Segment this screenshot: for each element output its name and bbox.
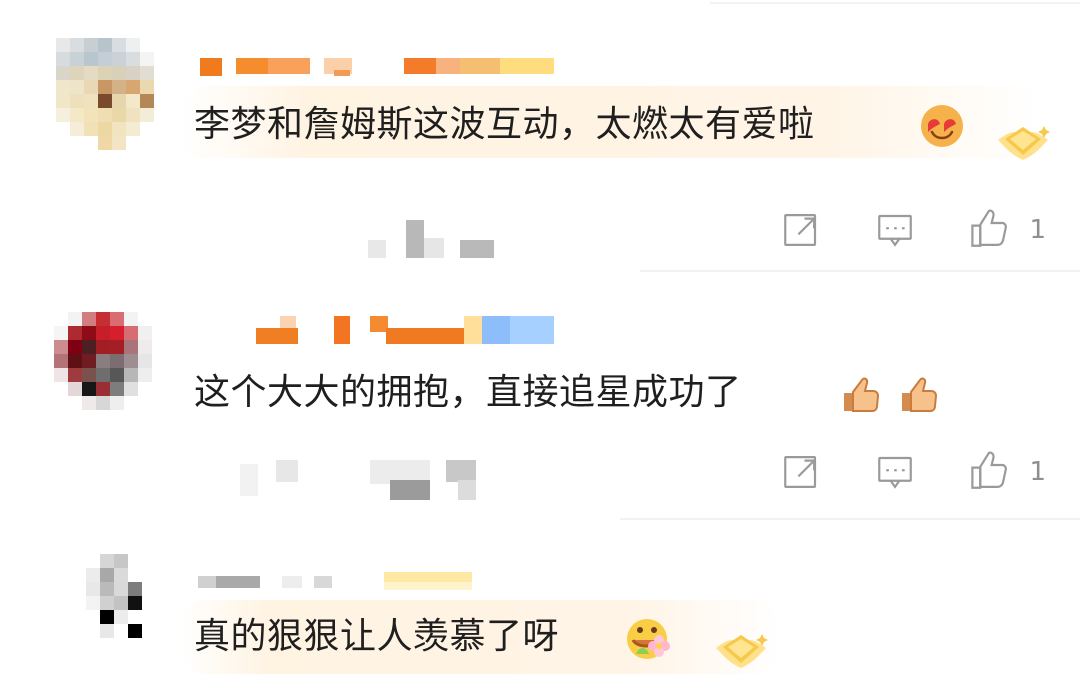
fan-badge-icon	[990, 120, 1056, 168]
thumbs-up-icon	[965, 448, 1013, 496]
like-count: 1	[1029, 457, 1046, 487]
heart-eyes-emoji-icon	[918, 102, 966, 154]
username-mosaic[interactable]	[256, 316, 556, 344]
fan-badge-icon	[708, 628, 774, 676]
like-button[interactable]: 1	[965, 206, 1046, 254]
username-mosaic[interactable]	[198, 572, 488, 592]
comment-actions: 1	[777, 206, 1046, 254]
reply-icon	[878, 456, 913, 489]
comment-item: 李梦和詹姆斯这波互动，太燃太有爱啦 1	[0, 0, 1080, 272]
reply-button[interactable]	[871, 448, 919, 496]
flower-face-emoji-icon	[622, 612, 678, 668]
avatar[interactable]	[56, 38, 168, 150]
username-mosaic[interactable]	[198, 56, 558, 76]
share-button[interactable]	[777, 448, 825, 496]
comment-meta-mosaic	[368, 220, 518, 258]
thumbs-up-emoji-icon	[836, 366, 948, 420]
thumbs-up-icon	[965, 206, 1013, 254]
share-icon	[784, 456, 817, 488]
reply-icon	[878, 214, 913, 247]
comment-text: 真的狠狠让人羡慕了呀	[194, 616, 560, 657]
like-count: 1	[1029, 215, 1046, 245]
comment-list-screen: 李梦和詹姆斯这波互动，太燃太有爱啦 1 这个大大的拥抱，直接追星成功了 1 真的…	[0, 0, 1080, 692]
like-button[interactable]: 1	[965, 448, 1046, 496]
comment-actions: 1	[777, 448, 1046, 496]
avatar[interactable]	[54, 312, 166, 424]
comment-item: 真的狠狠让人羡慕了呀	[0, 518, 1080, 692]
comment-text: 这个大大的拥抱，直接追星成功了	[194, 372, 742, 413]
comment-text: 李梦和詹姆斯这波互动，太燃太有爱啦	[194, 104, 815, 145]
share-icon	[784, 214, 817, 246]
reply-button[interactable]	[871, 206, 919, 254]
comment-item: 这个大大的拥抱，直接追星成功了 1	[0, 272, 1080, 520]
share-button[interactable]	[777, 206, 825, 254]
comment-meta-mosaic	[240, 460, 500, 500]
avatar[interactable]	[72, 554, 184, 666]
